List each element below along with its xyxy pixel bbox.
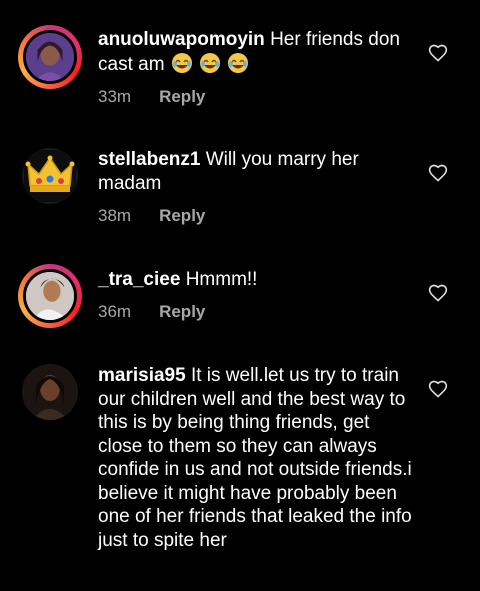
comment-username[interactable]: marisia95: [98, 365, 186, 386]
comment-meta: 33m Reply: [98, 87, 205, 107]
comment-body: anuoluwapomoyin Her friends don cast am: [98, 28, 418, 76]
emoji-laugh-icon: [226, 52, 249, 75]
comment-body: _tra_ciee Hmmm!!: [98, 268, 418, 292]
comment-time: 38m: [98, 206, 132, 225]
reply-button[interactable]: Reply: [159, 87, 205, 107]
avatar[interactable]: [18, 144, 82, 208]
avatar[interactable]: [18, 264, 82, 328]
avatar[interactable]: [18, 360, 82, 424]
comment-username[interactable]: stellabenz1: [98, 149, 200, 170]
comment-username[interactable]: _tra_ciee: [98, 269, 180, 290]
heart-outline-icon[interactable]: [428, 283, 448, 303]
heart-outline-icon[interactable]: [428, 163, 448, 183]
avatar-photo-icon: [26, 33, 74, 81]
comment-time: 36m: [98, 302, 132, 321]
reply-button[interactable]: Reply: [159, 302, 205, 322]
emoji-laugh-icon: [198, 52, 226, 75]
avatar-photo-icon: [22, 364, 78, 420]
avatar-photo-icon: [26, 272, 74, 320]
comment-body: stellabenz1 Will you marry her madam: [98, 148, 418, 195]
comment-text: Hmmm!!: [185, 269, 258, 290]
reply-button[interactable]: Reply: [159, 206, 205, 226]
comment-meta: 38m Reply: [98, 206, 205, 226]
comment-username[interactable]: anuoluwapomoyin: [98, 29, 265, 50]
emoji-laugh-icon: [170, 52, 198, 75]
avatar[interactable]: [18, 25, 82, 89]
comment-time: 33m: [98, 87, 132, 106]
comment-meta: 36m Reply: [98, 302, 205, 322]
comment-body: marisia95 It is well.let us try to train…: [98, 364, 418, 552]
crown-icon: [24, 150, 76, 202]
comment-text: It is well.let us try to train our child…: [98, 365, 412, 551]
heart-outline-icon[interactable]: [428, 43, 448, 63]
heart-outline-icon[interactable]: [428, 379, 448, 399]
